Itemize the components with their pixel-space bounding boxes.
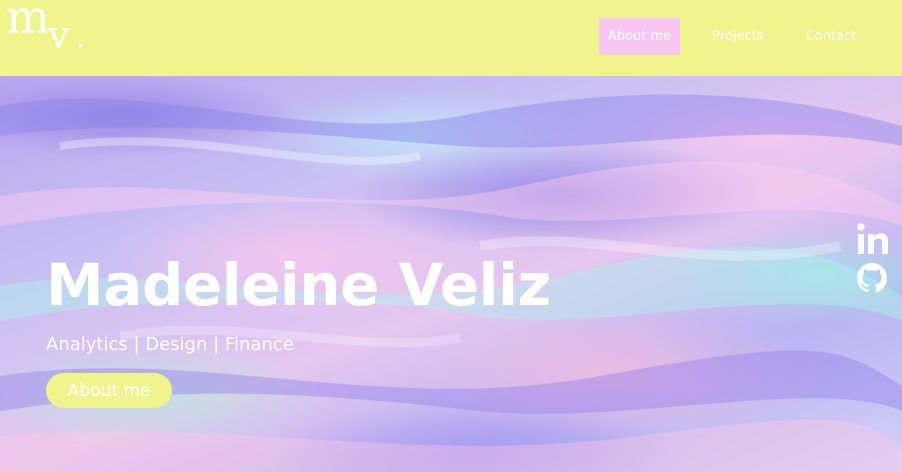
- navbar: m v . About me Projects Contact: [0, 0, 902, 76]
- nav-link-projects[interactable]: Projects: [700, 18, 776, 55]
- linkedin-icon[interactable]: [856, 222, 890, 256]
- hero-subtitle: Analytics | Design | Finance: [46, 334, 294, 355]
- github-icon[interactable]: [856, 262, 888, 294]
- logo-dot: .: [76, 20, 86, 55]
- logo[interactable]: m v .: [6, 0, 86, 64]
- logo-letter-v: v: [48, 13, 70, 57]
- nav-link-about-me[interactable]: About me: [599, 18, 680, 55]
- hero-title: Madeleine Veliz: [46, 251, 551, 319]
- nav-link-contact[interactable]: Contact: [796, 18, 866, 55]
- logo-letter-m: m: [6, 0, 50, 44]
- about-me-button[interactable]: About me: [46, 373, 172, 408]
